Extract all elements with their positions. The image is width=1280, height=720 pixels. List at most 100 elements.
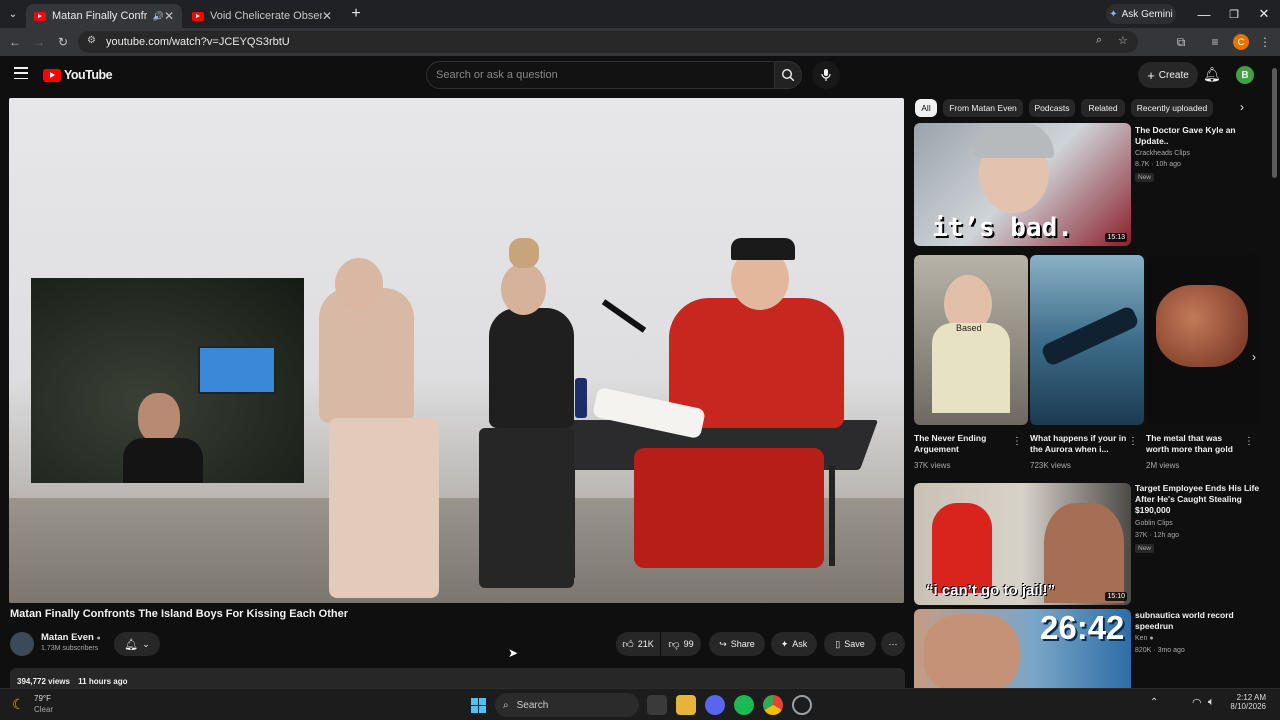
new-badge: New (1135, 544, 1155, 553)
maximize-icon[interactable]: ❐ (1218, 0, 1250, 28)
mouse-cursor: ➤ (508, 646, 519, 660)
rec-channel[interactable]: Crackheads Clips (1135, 149, 1190, 159)
speaker-icon[interactable]: 🔊 (153, 11, 164, 22)
verified-icon: ● (1149, 635, 1154, 642)
more-vertical-icon[interactable]: ⋮ (1012, 436, 1022, 447)
rec-channel[interactable]: Goblin Clips (1135, 519, 1173, 529)
extensions-icon[interactable]: ⧉ (1172, 33, 1190, 51)
tab-search-icon[interactable]: ⌄ (0, 0, 26, 28)
rec-thumbnail[interactable]: it’s bad. 15:13 (914, 123, 1131, 246)
create-label: Create (1158, 69, 1189, 81)
profile-avatar[interactable]: C (1233, 34, 1249, 50)
more-vertical-icon[interactable]: ⋮ (1244, 436, 1254, 447)
short-thumbnail[interactable] (1030, 255, 1144, 425)
shorts-next-icon[interactable]: › (1252, 350, 1256, 364)
task-view-icon[interactable] (647, 695, 667, 715)
hamburger-menu-icon[interactable] (14, 67, 28, 79)
chip-all[interactable]: All (915, 99, 937, 117)
zoom-icon[interactable]: ⌕ (1096, 34, 1102, 47)
rec-meta: 37K · 12h ago (1135, 532, 1179, 539)
more-horizontal-icon: ⋯ (888, 638, 898, 649)
bookmark-star-icon[interactable]: ☆ (1118, 34, 1128, 47)
short-title[interactable]: The metal that was worth more than gold (1146, 433, 1244, 455)
volume-icon[interactable]: 🔈︎ (1208, 696, 1215, 709)
short-views: 723K views (1030, 461, 1071, 470)
ask-gemini-button[interactable]: ✦ Ask Gemini (1106, 4, 1176, 24)
short-title[interactable]: What happens if your in the Aurora when … (1030, 433, 1128, 455)
minimize-icon[interactable]: — (1188, 0, 1220, 28)
reload-icon[interactable]: ↻ (54, 33, 72, 51)
chrome-menu-icon[interactable]: ⋮ (1256, 33, 1274, 51)
rec-channel[interactable]: Ken ● (1135, 634, 1154, 644)
monitor-screen (198, 346, 276, 394)
bell-icon: 🔔︎ (124, 638, 139, 651)
dislike-count: 99 (683, 639, 694, 649)
address-bar[interactable]: ⚙ youtube.com/watch?v=JCEYQS3rbtU ⌕ ☆ (78, 31, 1138, 53)
youtube-logo[interactable]: YouTube (43, 68, 113, 82)
chips-next-icon[interactable]: › (1240, 100, 1244, 114)
channel-name-row[interactable]: Matan Even ● (41, 632, 101, 643)
tab-matan[interactable]: Matan Finally Confronts The 🔊 ✕ (26, 4, 182, 28)
create-button[interactable]: + Create (1138, 62, 1198, 88)
clock[interactable]: 2:12 AM 8/10/2026 (1224, 693, 1266, 711)
scrollbar-thumb[interactable] (1272, 68, 1277, 178)
share-button[interactable]: ↪ Share (709, 632, 765, 656)
spotify-icon[interactable] (734, 695, 754, 715)
tab-void[interactable]: Void Chelicerate Observatory ✕ (184, 4, 340, 28)
chip-related[interactable]: Related (1081, 99, 1125, 117)
windows-start-icon[interactable] (468, 695, 488, 715)
chip-podcasts[interactable]: Podcasts (1029, 99, 1075, 117)
chrome-icon[interactable] (763, 695, 783, 715)
save-button[interactable]: ▯ Save (824, 632, 876, 656)
steam-icon[interactable] (792, 695, 812, 715)
description-box[interactable]: 394,772 views 11 hours ago (10, 668, 905, 688)
weather-temp[interactable]: 79°F (34, 694, 51, 703)
search-button[interactable] (774, 61, 802, 89)
media-controls-icon[interactable]: ≡ (1206, 33, 1224, 51)
short-thumbnail[interactable]: Based (914, 255, 1028, 425)
voice-search-button[interactable] (812, 61, 840, 89)
wifi-icon[interactable]: ◠ (1192, 696, 1202, 709)
rec-meta: 8.7K · 10h ago (1135, 161, 1181, 168)
clock-time: 2:12 AM (1236, 693, 1266, 702)
more-vertical-icon[interactable]: ⋮ (1128, 436, 1138, 447)
forward-icon[interactable]: → (30, 33, 48, 51)
site-info-icon[interactable]: ⚙ (87, 35, 96, 46)
like-button[interactable]: 👍︎ 21K (616, 632, 660, 656)
channel-avatar[interactable] (10, 632, 34, 656)
upload-age: 11 hours ago (78, 677, 128, 686)
more-actions-button[interactable]: ⋯ (881, 632, 905, 656)
tray-overflow-icon[interactable]: ⌃ (1150, 697, 1158, 708)
chip-recently-uploaded[interactable]: Recently uploaded (1131, 99, 1213, 117)
ask-button[interactable]: ✦ Ask (771, 632, 817, 656)
subscribed-bell-button[interactable]: 🔔︎ ⌄ (114, 632, 160, 656)
rec-title[interactable]: The Doctor Gave Kyle an Update.. (1135, 125, 1265, 147)
rec-title[interactable]: subnautica world record speedrun (1135, 610, 1255, 632)
close-tab-icon[interactable]: ✕ (164, 9, 174, 23)
back-icon[interactable]: ← (6, 33, 24, 51)
dislike-button[interactable]: 👎︎ 99 (661, 632, 701, 656)
person-legs (329, 418, 439, 598)
short-thumbnail[interactable] (1146, 255, 1260, 425)
weather-desc[interactable]: Clear (34, 705, 53, 714)
taskbar-search[interactable]: ⌕ Search (495, 693, 639, 717)
scrollbar[interactable] (1271, 60, 1278, 688)
ask-gemini-label: Ask Gemini (1121, 8, 1173, 20)
discord-icon[interactable] (705, 695, 725, 715)
thumb-metal (1156, 285, 1248, 367)
thumb-beanie (974, 123, 1054, 158)
close-tab-icon[interactable]: ✕ (322, 9, 332, 23)
rec-title[interactable]: Target Employee Ends His Life After He's… (1135, 483, 1265, 516)
search-input[interactable]: Search or ask a question (426, 61, 776, 89)
close-window-icon[interactable]: ✕ (1248, 0, 1280, 28)
notifications-bell-icon[interactable]: 🔔︎ (1203, 66, 1221, 83)
rec-thumbnail[interactable]: 26:42 (914, 609, 1131, 688)
file-explorer-icon[interactable] (676, 695, 696, 715)
new-tab-icon[interactable]: + (340, 0, 372, 28)
thumb-face (1044, 503, 1124, 603)
url-text: youtube.com/watch?v=JCEYQS3rbtU (106, 36, 290, 48)
rec-thumbnail[interactable]: “i can’t go to jail!” 15:10 (914, 483, 1131, 605)
short-title[interactable]: The Never Ending Arguement (914, 433, 1009, 455)
chip-from-channel[interactable]: From Matan Even (943, 99, 1023, 117)
account-avatar[interactable]: B (1236, 66, 1254, 84)
